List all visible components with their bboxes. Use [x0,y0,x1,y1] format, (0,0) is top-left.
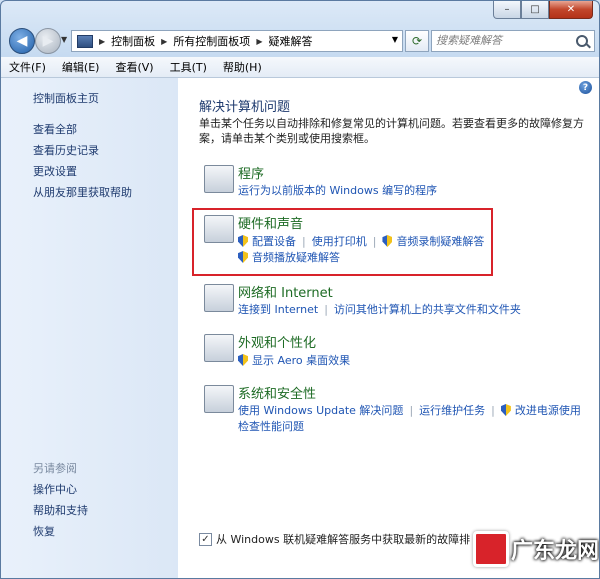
search-box [431,30,595,52]
link-separator: | [324,302,328,316]
close-button[interactable]: ✕ [549,1,593,19]
programs-icon [204,165,234,193]
back-button[interactable]: ◀ [9,28,35,54]
online-troubleshooting-checkbox[interactable]: ✓ [199,532,212,546]
category-system-title[interactable]: 系统和安全性 [238,383,316,402]
menu-view[interactable]: 查看(V) [107,59,161,75]
sidebar-item-get-help-from-friend[interactable]: 从朋友那里获取帮助 [33,184,132,200]
category-appearance-title[interactable]: 外观和个性化 [238,332,316,351]
forward-arrow-icon: ▶ [42,33,54,49]
watermark: 广东龙网 [449,519,599,578]
online-troubleshooting-option[interactable]: ✓ 从 Windows 联机疑难解答服务中获取最新的故障排 [199,531,470,547]
link-separator: | [491,403,495,417]
page-description: 单击某个任务以自动排除和修复常见的计算机问题。若要查看更多的故障修复方案，请单击… [199,117,584,145]
window: – □ ✕ ◀ ▶ ▼ ▶ 控制面板 ▶ 所有控制面板项 ▶ 疑难解答 ▼ ⟳ … [0,0,600,579]
link-performance-issues[interactable]: 检查性能问题 [238,418,304,434]
category-programs-title[interactable]: 程序 [238,163,264,182]
sidebar-item-view-all[interactable]: 查看全部 [33,121,77,137]
maximize-button[interactable]: □ [521,1,549,19]
watermark-text: 广东龙网 [510,539,599,564]
sidebar-item-action-center[interactable]: 操作中心 [33,481,77,497]
uac-shield-icon [238,354,248,366]
link-maintenance-tasks[interactable]: 运行维护任务 [419,402,485,418]
refresh-icon: ⟳ [411,34,423,48]
menu-edit[interactable]: 编辑(E) [54,59,108,75]
menu-help[interactable]: 帮助(H) [215,59,270,75]
breadcrumb-control-panel[interactable]: 控制面板 [111,33,155,49]
refresh-button[interactable]: ⟳ [405,30,429,52]
link-aero-effects[interactable]: 显示 Aero 桌面效果 [252,352,350,368]
highlight-box [192,208,493,276]
breadcrumb-arrow-icon[interactable]: ▶ [161,37,167,46]
control-panel-icon [77,34,93,48]
breadcrumb: ▶ 控制面板 ▶ 所有控制面板项 ▶ 疑难解答 [99,33,312,49]
uac-shield-icon [500,404,511,416]
sidebar-item-view-history[interactable]: 查看历史记录 [33,142,99,158]
page-title: 解决计算机问题 [199,100,291,115]
link-connect-internet[interactable]: 连接到 Internet [238,301,318,317]
back-arrow-icon: ◀ [16,33,28,49]
forward-button[interactable]: ▶ [35,28,61,54]
system-security-icon [204,385,234,413]
sidebar-item-help-support[interactable]: 帮助和支持 [33,502,88,518]
appearance-icon [204,334,234,362]
link-separator: | [409,403,414,417]
network-icon [204,284,234,312]
link-run-legacy-programs[interactable]: 运行为以前版本的 Windows 编写的程序 [238,182,437,198]
online-troubleshooting-label: 从 Windows 联机疑难解答服务中获取最新的故障排 [216,533,471,546]
breadcrumb-troubleshooting[interactable]: 疑难解答 [268,33,312,49]
menu-tools[interactable]: 工具(T) [162,59,215,75]
sidebar-item-change-settings[interactable]: 更改设置 [33,163,77,179]
minimize-button[interactable]: – [493,1,521,19]
sidebar-see-also-heading: 另请参阅 [33,462,77,475]
category-network-title[interactable]: 网络和 Internet [238,282,333,301]
breadcrumb-root-arrow-icon[interactable]: ▶ [99,37,105,46]
watermark-logo-icon [472,531,509,567]
link-access-shared-files[interactable]: 访问其他计算机上的共享文件和文件夹 [334,301,521,317]
menu-file[interactable]: 文件(F) [1,59,54,75]
link-power-usage[interactable]: 改进电源使用 [515,402,581,418]
breadcrumb-all-items[interactable]: 所有控制面板项 [173,33,250,49]
content-area: 控制面板主页 查看全部 查看历史记录 更改设置 从朋友那里获取帮助 另请参阅 操… [1,78,599,578]
address-row: ◀ ▶ ▼ ▶ 控制面板 ▶ 所有控制面板项 ▶ 疑难解答 ▼ ⟳ [1,25,599,57]
address-bar[interactable]: ▶ 控制面板 ▶ 所有控制面板项 ▶ 疑难解答 ▼ [71,30,403,52]
sidebar-item-recovery[interactable]: 恢复 [33,523,55,539]
menu-bar: 文件(F) 编辑(E) 查看(V) 工具(T) 帮助(H) [1,57,599,78]
link-windows-update[interactable]: 使用 Windows Update 解决问题 [238,402,403,418]
breadcrumb-arrow-icon[interactable]: ▶ [256,37,262,46]
search-input[interactable] [436,31,566,49]
search-icon[interactable] [576,35,588,47]
recent-pages-dropdown-icon[interactable]: ▼ [61,35,67,44]
sidebar: 控制面板主页 查看全部 查看历史记录 更改设置 从朋友那里获取帮助 另请参阅 操… [1,78,178,578]
address-dropdown-icon[interactable]: ▼ [392,35,398,44]
sidebar-control-panel-home[interactable]: 控制面板主页 [33,90,99,106]
help-icon[interactable]: ? [579,81,592,94]
caption-buttons: – □ ✕ [493,1,593,19]
